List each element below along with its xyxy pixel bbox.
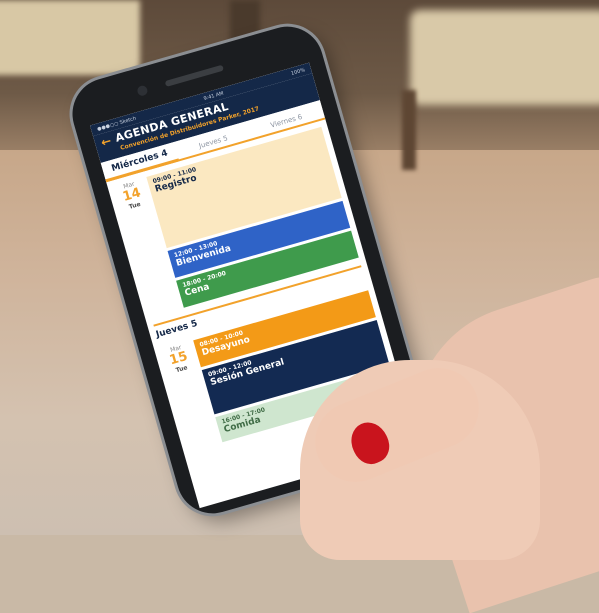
date-rail: Mar 14 Tue (114, 178, 151, 213)
front-camera (136, 84, 149, 97)
background-chair-right (410, 10, 599, 105)
background-chair-left (0, 0, 140, 75)
back-arrow-icon[interactable]: ← (99, 133, 113, 149)
background-chair-leg (402, 90, 416, 170)
earpiece-speaker (164, 64, 224, 87)
date-rail: Mar 15 Tue (161, 341, 198, 376)
